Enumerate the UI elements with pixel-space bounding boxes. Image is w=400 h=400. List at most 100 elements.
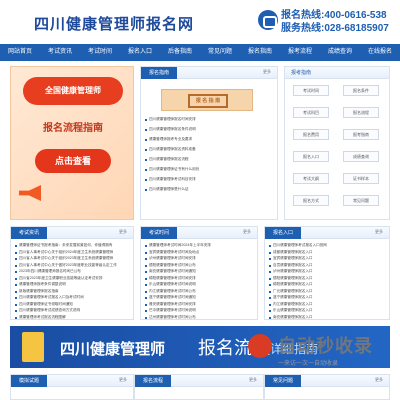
promo-banner[interactable]: 全国健康管理师 报名流程指南 点击查看 [10, 66, 134, 220]
list-item[interactable]: 巴中健康管理师考试时间说明 [145, 308, 196, 313]
nav-reg-guide[interactable]: 报名指南 [240, 44, 280, 61]
list-item[interactable]: 雅安健康管理师考试时间安排 [145, 302, 196, 307]
phone-icon [258, 10, 278, 30]
watermark-subtitle: 一来访一次一自动收录 [278, 361, 339, 367]
list-item[interactable]: 德阳健康管理师考试时间公布 [145, 263, 196, 268]
exam-time-tag: 考试时间 [141, 227, 178, 239]
list-item[interactable]: 乐山健康管理师报名入口 [269, 308, 313, 313]
list-item[interactable]: 宜宾健康管理师报名入口 [269, 256, 313, 261]
list-item[interactable]: 泸州健康管理师报名入口 [269, 269, 313, 274]
faq-more-link[interactable]: 更多 [375, 377, 383, 383]
guide-grid-item[interactable]: 考试时间 [293, 85, 329, 96]
list-item[interactable]: 新版健康管理师报名指南 [15, 289, 59, 294]
watermark-logo-icon [248, 334, 272, 358]
banner-title: 报名流程指南 [43, 123, 103, 134]
list-item[interactable]: 达州健康管理师考试时间公布 [145, 315, 196, 320]
site-logo[interactable]: 四川健康管理师报名网 [16, 7, 193, 33]
news-panel: 考试资讯 更多 健康管理师证书报考指南：未来发展前景如何，你值得拥有 四川省人事… [10, 226, 134, 320]
nav-home[interactable]: 网站首页 [0, 44, 40, 61]
nav-news[interactable]: 考试资讯 [40, 44, 80, 61]
guide-grid-item[interactable]: 考试科目 [293, 107, 329, 118]
guide-grid-item[interactable]: 证书样本 [343, 173, 379, 184]
list-item[interactable]: 四川省人事考试中心关于做好2023年度职业技能等级认定工作 [15, 263, 117, 268]
list-item[interactable]: 健康管理师考试时间2024年上半年安排 [145, 243, 211, 248]
list-item[interactable]: 健康管理师报考条件调整说明 [15, 282, 66, 287]
entry-panel: 报名入口 更多 四川健康管理师考试报名入口官网 成都健康管理师报名入口 宜宾健康… [264, 226, 390, 320]
list-item[interactable]: 四川健康管理师报名流程 [145, 157, 189, 162]
process-head: 报名流程 更多 [135, 375, 263, 387]
guide-grid-item[interactable]: 报考指南 [343, 129, 379, 140]
list-item[interactable]: 健康管理师报考专业及要求 [144, 137, 192, 142]
nav-exam-time[interactable]: 考试时间 [80, 44, 120, 61]
guide-more-link[interactable]: 更多 [263, 69, 271, 75]
guide-panel: 报名指南 更多 报 名 指 南 四川健康管理师报名时间安排 四川健康管理师报名条… [140, 66, 278, 220]
list-item[interactable]: 绵阳健康管理师报名入口 [269, 282, 313, 287]
list-item[interactable]: 南充健康管理师考试时间通知 [145, 269, 196, 274]
nav-online-reg[interactable]: 在线报名 [360, 44, 400, 61]
guide-grid-item[interactable]: 成绩查询 [343, 151, 379, 162]
guide-grid-item[interactable]: 考试大纲 [293, 173, 329, 184]
list-item[interactable]: 四川健康管理师考试成绩查询方式说明 [14, 308, 80, 313]
list-item[interactable]: 四川健康管理师报名时间安排 [145, 117, 196, 122]
nav-guide[interactable]: 后备指南 [160, 44, 200, 61]
nav-faq[interactable]: 常见问题 [200, 44, 240, 61]
list-item[interactable]: 广元健康管理师报名入口 [269, 289, 313, 294]
watermark: 自动秒收录 一来访一次一自动收录 [248, 332, 398, 372]
guide-banner[interactable]: 报 名 指 南 [161, 89, 253, 111]
list-item[interactable]: 四川健康管理师证书领取时间通知 [15, 302, 73, 307]
news-more-link[interactable]: 更多 [119, 229, 127, 235]
hotline-registration: 报名热线:400-0616-538 [281, 10, 387, 21]
nav-process[interactable]: 报考流程 [280, 44, 320, 61]
list-item[interactable]: 内江健康管理师报名入口 [269, 302, 313, 307]
banner-top-label: 全国健康管理师 [23, 77, 123, 105]
banner-view-button[interactable]: 点击查看 [35, 149, 111, 173]
list-item[interactable]: 四川省人事考试中心关于组织2023年度卫生系统健康管理师 [14, 256, 113, 261]
exam-time-more-link[interactable]: 更多 [243, 229, 251, 235]
list-item[interactable]: 四川健康管理师是什么证 [145, 187, 189, 192]
list-item[interactable]: 泸州健康管理师考试时间安排 [145, 256, 196, 261]
list-item[interactable]: 德阳健康管理师报名入口 [269, 276, 313, 281]
hotline-info: 报名热线:400-0616-538 服务热线:028-68185907 [281, 9, 389, 35]
guide-grid-item[interactable]: 常见问题 [343, 195, 379, 206]
list-item[interactable]: 遂宁健康管理师考试时间通知 [145, 295, 196, 300]
mock-test-tag: 模拟试题 [11, 375, 48, 387]
mock-test-more-link[interactable]: 更多 [119, 377, 127, 383]
faq-tag: 常见问题 [265, 375, 302, 387]
guide-grid-item[interactable]: 报名条件 [343, 85, 379, 96]
list-item[interactable]: 健康管理师考试报名流程图解 [15, 315, 66, 320]
guide-grid-item[interactable]: 报名流程 [343, 107, 379, 118]
list-item[interactable]: 内江健康管理师考试时间公布 [145, 289, 196, 294]
list-item[interactable]: 四川健康管理师考试科目安排 [145, 177, 196, 182]
list-item[interactable]: 四川省人事考试中心关于组织2024年度卫生系统健康管理师 [14, 250, 113, 255]
watermark-title: 自动秒收录 [278, 336, 373, 356]
faq-panel: 常见问题 更多 [264, 374, 390, 400]
guide-grid-item[interactable]: 报名入口 [293, 151, 329, 162]
bottom-banner-title: 四川健康管理师 [60, 341, 166, 358]
list-item[interactable]: 南充健康管理师报名入口 [269, 315, 313, 320]
entry-panel-tag: 报名入口 [265, 227, 302, 239]
process-more-link[interactable]: 更多 [249, 377, 257, 383]
guide-grid-item[interactable]: 报名方式 [293, 195, 329, 206]
list-item[interactable]: 四川健康管理师报名条件说明 [145, 127, 196, 132]
list-item[interactable]: 健康管理师证书报考指南：未来发展前景如何，你值得拥有 [14, 243, 112, 248]
list-item[interactable]: 成都健康管理师报名入口 [269, 250, 313, 255]
guide-grid-item[interactable]: 报名费用 [293, 129, 329, 140]
list-item[interactable]: 2023年四川健康管理师报名时间已公布 [15, 269, 81, 274]
process-panel: 报名流程 更多 [134, 374, 264, 400]
guide-banner-text: 报 名 指 南 [188, 94, 228, 108]
entry-more-link[interactable]: 更多 [375, 229, 383, 235]
list-item[interactable]: 四川健康管理师考试报名入口及考试时间 [15, 295, 84, 300]
list-item[interactable]: 四川健康管理师证书有什么用处 [144, 167, 199, 172]
clipboard-icon [22, 332, 44, 362]
nav-score[interactable]: 成绩查询 [320, 44, 360, 61]
list-item[interactable]: 四川健康管理师考试报名入口官网 [269, 243, 327, 248]
list-item[interactable]: 遂宁健康管理师报名入口 [269, 295, 313, 300]
main-nav: 网站首页 考试资讯 考试时间 报名入口 后备指南 常见问题 报名指南 报考流程 … [0, 44, 400, 61]
list-item[interactable]: 自贡健康管理师报名入口 [269, 263, 313, 268]
list-item[interactable]: 绵阳健康管理师考试时间安排 [145, 276, 196, 281]
nav-entry[interactable]: 报名入口 [120, 44, 160, 61]
list-item[interactable]: 四川健康管理师报名资料准备 [145, 147, 196, 152]
list-item[interactable]: 宜宾健康管理师考试时间及地点 [144, 250, 199, 255]
list-item[interactable]: 乐山健康管理师考试时间说明 [145, 282, 196, 287]
list-item[interactable]: 四川省2023年度卫生健康职业技能等级认定考试安排 [14, 276, 102, 281]
